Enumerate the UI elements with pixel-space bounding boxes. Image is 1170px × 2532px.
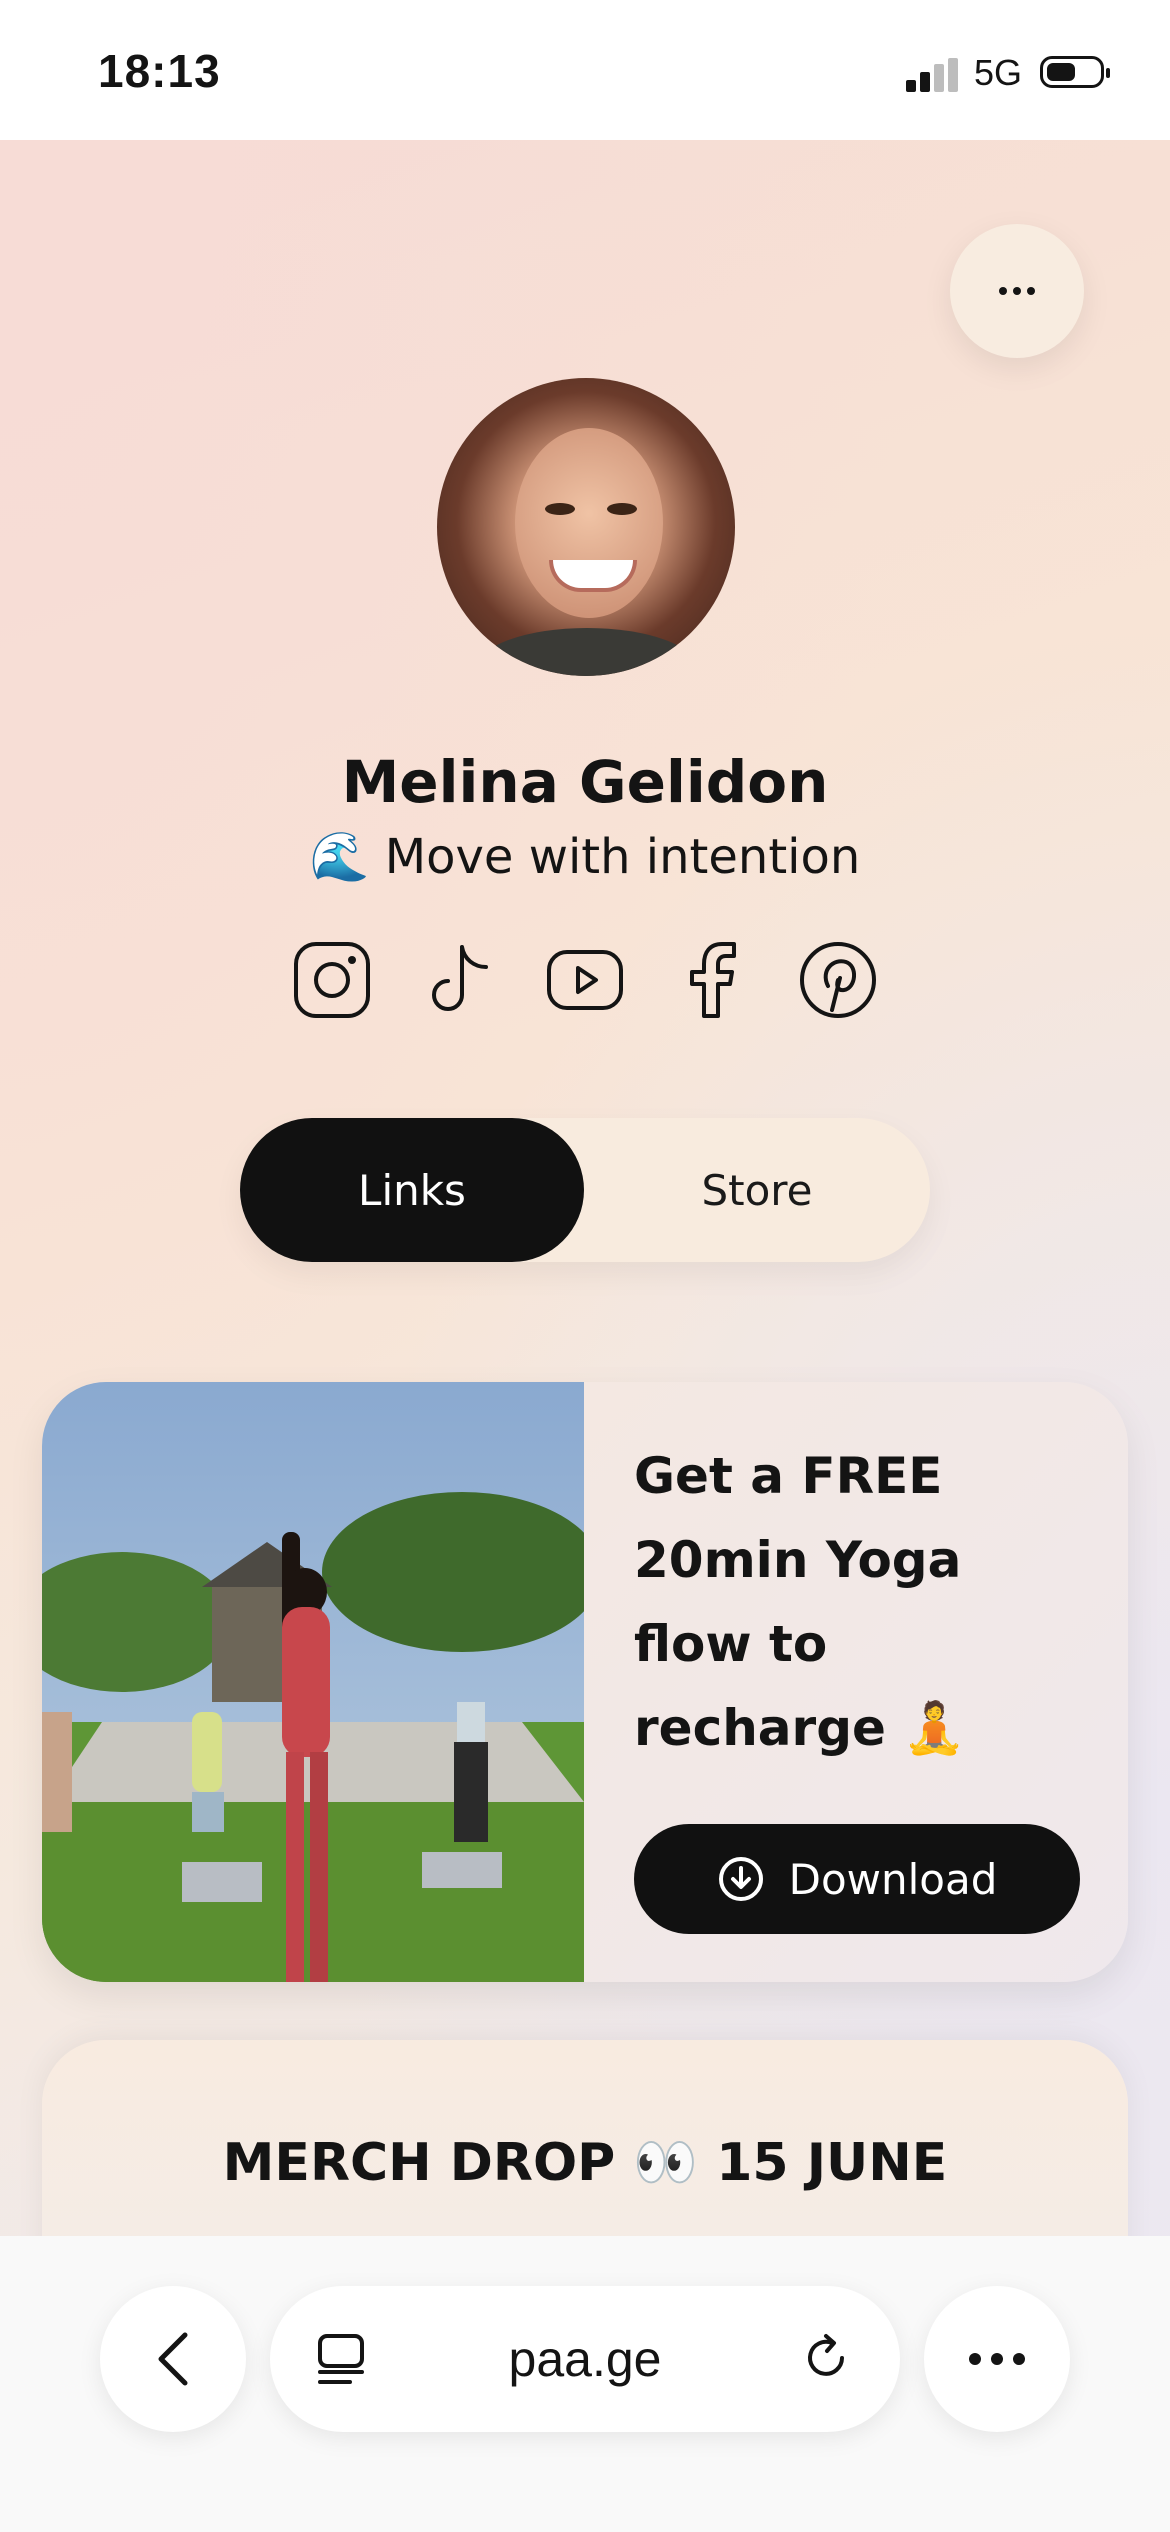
- status-time: 18:13: [98, 45, 221, 97]
- instagram-icon[interactable]: [290, 938, 374, 1022]
- more-options-button[interactable]: [950, 224, 1084, 358]
- avatar-eye: [545, 503, 575, 515]
- avatar: [437, 378, 735, 676]
- tab-links[interactable]: Links: [240, 1118, 584, 1262]
- pinterest-icon[interactable]: [796, 938, 880, 1022]
- facebook-icon[interactable]: [670, 938, 754, 1022]
- avatar-eye: [607, 503, 637, 515]
- address-bar[interactable]: paa.ge: [270, 2286, 900, 2432]
- tiktok-icon[interactable]: [417, 938, 501, 1022]
- avatar-shirt: [477, 628, 697, 676]
- browser-toolbar: paa.ge: [0, 2236, 1170, 2532]
- tab-store[interactable]: Store: [584, 1118, 930, 1262]
- battery-icon: [1040, 56, 1110, 88]
- profile-page: Melina Gelidon 🌊 Move with intention Lin…: [0, 140, 1170, 2236]
- signal-icon: [906, 58, 958, 92]
- menu-dot-icon: [1013, 2353, 1025, 2365]
- more-dot-icon: [1013, 287, 1021, 295]
- profile-name: Melina Gelidon: [341, 748, 829, 816]
- tab-switcher: Links Store: [240, 1118, 930, 1262]
- youtube-icon[interactable]: [543, 938, 627, 1022]
- download-button[interactable]: Download: [634, 1824, 1080, 1934]
- download-icon: [718, 1857, 763, 1901]
- merch-drop-card[interactable]: MERCH DROP 👀 15 JUNE: [42, 2040, 1128, 2236]
- status-bar: 18:13 5G: [0, 0, 1170, 140]
- more-dot-icon: [1027, 287, 1035, 295]
- yoga-photo: [42, 1382, 584, 1982]
- more-dot-icon: [999, 287, 1007, 295]
- reload-icon[interactable]: [798, 2330, 854, 2386]
- yoga-flow-card[interactable]: Get a FREE 20min Yoga flow to recharge 🧘…: [42, 1382, 1128, 1982]
- browser-menu-button[interactable]: [924, 2286, 1070, 2432]
- network-type: 5G: [974, 52, 1023, 93]
- merch-card-title: MERCH DROP 👀 15 JUNE: [222, 2133, 948, 2193]
- chevron-left-icon: [158, 2332, 188, 2386]
- yoga-card-title: Get a FREE 20min Yoga flow to recharge 🧘: [634, 1447, 966, 1757]
- menu-dot-icon: [991, 2353, 1003, 2365]
- social-links: [290, 938, 880, 1022]
- download-label: Download: [788, 1854, 998, 1904]
- back-button[interactable]: [100, 2286, 246, 2432]
- menu-dot-icon: [969, 2353, 981, 2365]
- profile-tagline: 🌊 Move with intention: [309, 829, 861, 885]
